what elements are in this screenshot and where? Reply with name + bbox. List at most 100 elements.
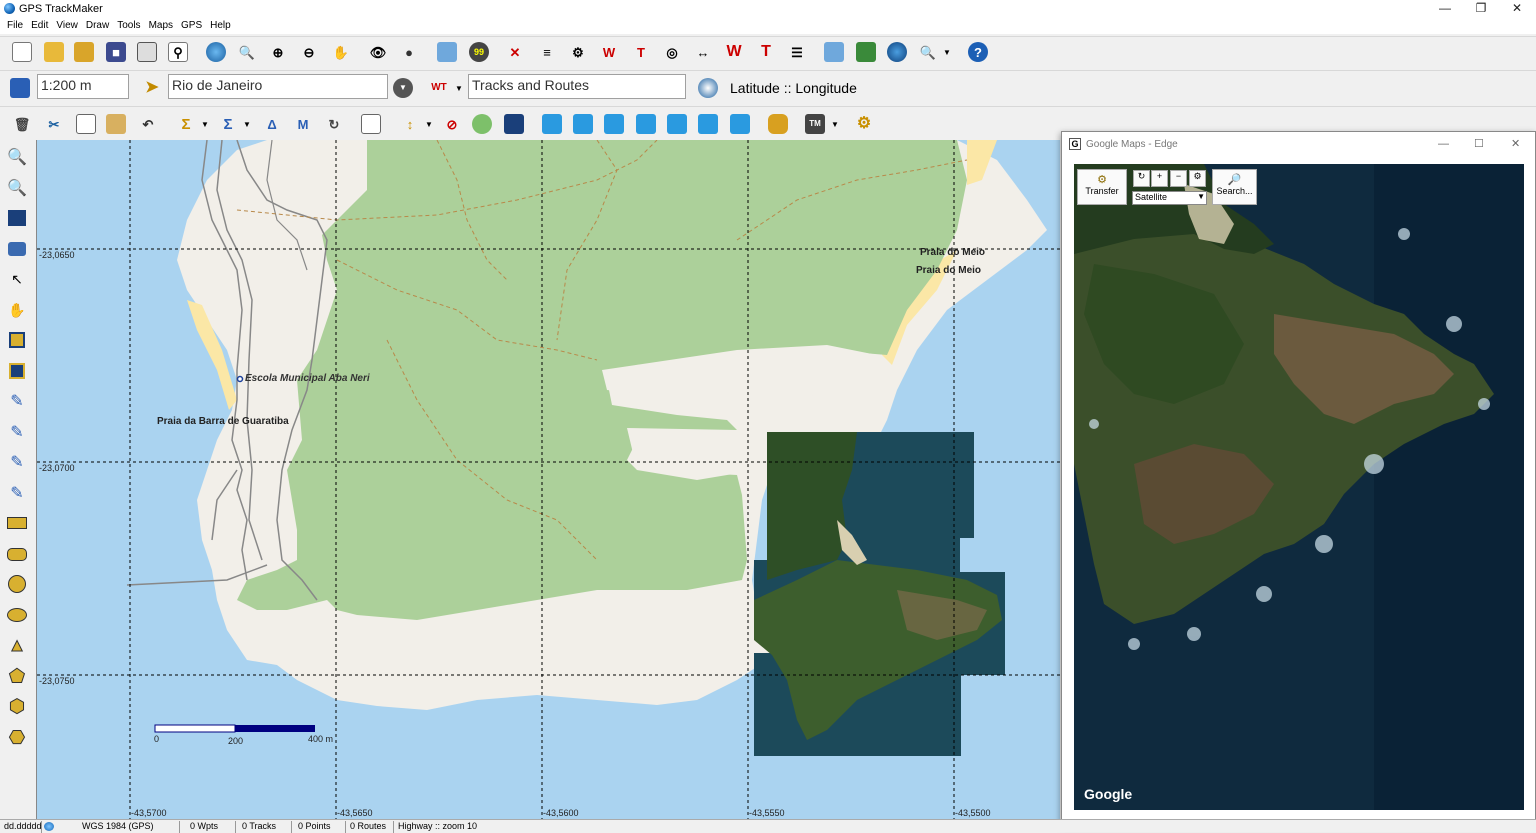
text-label-button[interactable]: T <box>752 37 780 67</box>
map-image-button[interactable] <box>433 37 461 67</box>
gps-send-button[interactable] <box>538 109 566 139</box>
menu-gps[interactable]: GPS <box>180 18 207 34</box>
track-button[interactable]: ↔ <box>689 37 717 67</box>
rectangle-tool[interactable] <box>4 510 30 536</box>
triangle-tool[interactable]: ▲ <box>4 632 30 658</box>
refresh-button[interactable]: ↻ <box>320 109 348 139</box>
layers-button[interactable]: ● <box>395 37 423 67</box>
send-back-tool[interactable] <box>4 358 30 384</box>
gm-zoom-out-button[interactable]: − <box>1170 170 1187 187</box>
layer-field[interactable]: Tracks and Routes <box>468 74 686 99</box>
select-waypoint-tool[interactable]: 🔍 <box>4 144 30 170</box>
menu-maps[interactable]: Maps <box>148 18 178 34</box>
transfer-button[interactable]: ⚙ Transfer <box>1077 169 1127 205</box>
gps99-button[interactable]: 99 <box>465 37 493 67</box>
gm-maximize-button[interactable]: ☐ <box>1474 137 1484 150</box>
ellipse-tool[interactable] <box>4 602 30 628</box>
delta-h-button[interactable]: Δ <box>258 109 286 139</box>
view-button[interactable]: 👁 <box>364 37 392 67</box>
gps-sync-button[interactable] <box>632 109 660 139</box>
goto-button[interactable]: ➤ <box>138 73 166 103</box>
find-button[interactable]: 🔍 <box>233 37 261 67</box>
menu-draw[interactable]: Draw <box>85 18 114 34</box>
search-dropdown[interactable]: ▼ <box>940 37 954 67</box>
split-button[interactable]: ✕ <box>501 37 529 67</box>
select-track-tool[interactable]: 🔍 <box>4 175 30 201</box>
gm-settings-button[interactable]: ⚙ <box>1189 170 1206 187</box>
map-canvas[interactable]: -23,0650 -23,0700 -23,0750 -43,5700 -43,… <box>36 140 1060 819</box>
print-preview-button[interactable]: ⚲ <box>164 37 192 67</box>
symbols-button[interactable]: ⚙ <box>564 37 592 67</box>
sum-track-button[interactable]: Σ <box>172 109 200 139</box>
search-globe-button[interactable]: 🔍 <box>914 37 942 67</box>
restore-button[interactable]: ❐ <box>1463 0 1499 18</box>
map-type-select[interactable]: Satellite ▼ <box>1132 191 1207 205</box>
zoom-in-button[interactable]: ⊕ <box>264 37 292 67</box>
gps-layers-button[interactable] <box>663 109 691 139</box>
waypoint-w-button[interactable]: W <box>595 37 623 67</box>
rounded-rect-tool[interactable] <box>4 541 30 567</box>
pencil-tool[interactable]: ✎ <box>4 388 30 414</box>
globe-button[interactable] <box>202 37 230 67</box>
bring-front-tool[interactable] <box>4 327 30 353</box>
menu-help[interactable]: Help <box>209 18 236 34</box>
gps-track-button[interactable] <box>600 109 628 139</box>
route-button[interactable]: ◎ <box>658 37 686 67</box>
gm-minimize-button[interactable]: — <box>1438 138 1449 150</box>
tm-device-button[interactable]: TM <box>801 109 829 139</box>
earth-button[interactable] <box>883 37 911 67</box>
track-tools-dropdown[interactable]: ▼ <box>422 109 436 139</box>
calendar-button[interactable] <box>357 109 385 139</box>
satellite-view[interactable]: Google <box>1074 164 1524 810</box>
gps-live-button[interactable] <box>726 109 754 139</box>
close-button[interactable]: ✕ <box>1499 0 1535 18</box>
gps-receive-button[interactable] <box>569 109 597 139</box>
list-button[interactable]: ☰ <box>783 37 811 67</box>
search-button[interactable]: 🔎 Search... <box>1212 169 1257 205</box>
sum-elev-button[interactable]: Σ <box>214 109 242 139</box>
properties-tool[interactable] <box>4 205 30 231</box>
coords-button[interactable] <box>694 73 722 103</box>
new-file-button[interactable] <box>8 37 36 67</box>
print-button[interactable] <box>133 37 161 67</box>
minimize-button[interactable]: — <box>1427 0 1463 18</box>
sum-dropdown[interactable]: ▼ <box>198 109 212 139</box>
help-button[interactable]: ? <box>964 37 992 67</box>
octagon-tool[interactable]: ⬣ <box>4 724 30 750</box>
scale-button[interactable] <box>6 73 34 103</box>
pentagon-tool[interactable]: ⬟ <box>4 663 30 689</box>
m-button[interactable]: M <box>289 109 317 139</box>
undo-button[interactable]: ↶ <box>134 109 162 139</box>
location-field[interactable]: Rio de Janeiro <box>168 74 388 99</box>
gm-refresh-button[interactable]: ↻ <box>1133 170 1150 187</box>
pencil-free-tool[interactable]: ✎ <box>4 480 30 506</box>
hand-tool[interactable]: ✋ <box>4 297 30 323</box>
vehicle-button[interactable] <box>764 109 792 139</box>
zoom-out-button[interactable]: ⊖ <box>295 37 323 67</box>
paste-button[interactable] <box>102 109 130 139</box>
menu-file[interactable]: File <box>6 18 28 34</box>
track-tools-button[interactable]: ↕ <box>396 109 424 139</box>
gm-zoom-in-button[interactable]: + <box>1151 170 1168 187</box>
map-download-button[interactable] <box>820 37 848 67</box>
gm-close-button[interactable]: ✕ <box>1511 137 1520 150</box>
pointer-tool[interactable]: ↖ <box>4 266 30 292</box>
menu-tools[interactable]: Tools <box>116 18 145 34</box>
menu-edit[interactable]: Edit <box>30 18 53 34</box>
location-dropdown[interactable]: ▼ <box>389 73 417 103</box>
text-t-button[interactable]: T <box>627 37 655 67</box>
scale-field[interactable]: 1:200 m <box>37 74 129 99</box>
pencil-curve-tool[interactable]: ✎ <box>4 449 30 475</box>
elev-dropdown[interactable]: ▼ <box>240 109 254 139</box>
save-button[interactable]: ■ <box>102 37 130 67</box>
wtr-dropdown[interactable]: ▼ <box>452 73 466 103</box>
settings-button[interactable]: ⚙ <box>850 109 878 139</box>
area-button[interactable] <box>468 109 496 139</box>
open-recent-button[interactable] <box>70 37 98 67</box>
monitor-button[interactable] <box>500 109 528 139</box>
open-button[interactable] <box>40 37 68 67</box>
copy-button[interactable] <box>72 109 100 139</box>
menu-view[interactable]: View <box>55 18 83 34</box>
no-track-button[interactable]: ⊘ <box>438 109 466 139</box>
pencil-line-tool[interactable]: ✎ <box>4 419 30 445</box>
